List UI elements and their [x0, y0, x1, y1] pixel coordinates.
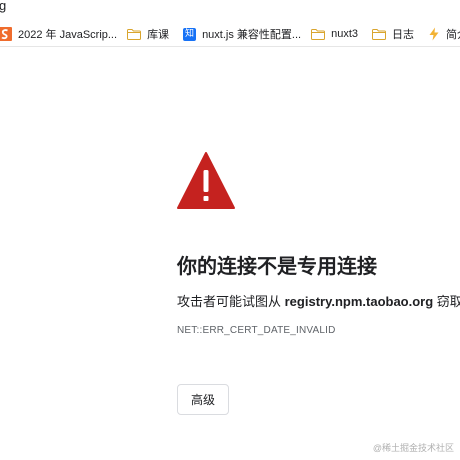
error-code[interactable]: NET::ERR_CERT_DATE_INVALID [177, 325, 336, 336]
description-host: registry.npm.taobao.org [284, 294, 434, 309]
error-description: 攻击者可能试图从 registry.npm.taobao.org 窃取你 [177, 291, 460, 310]
watermark: @稀土掘金技术社区 [372, 443, 454, 453]
page-title: 你的连接不是专用连接 [177, 256, 377, 278]
warning-icon [177, 152, 235, 209]
description-suffix: 窃取你 [436, 294, 460, 309]
advanced-button[interactable]: 高级 [177, 384, 229, 415]
description-prefix: 攻击者可能试图从 [177, 294, 285, 309]
error-page: 你的连接不是专用连接 攻击者可能试图从 registry.npm.taobao.… [0, 0, 460, 460]
